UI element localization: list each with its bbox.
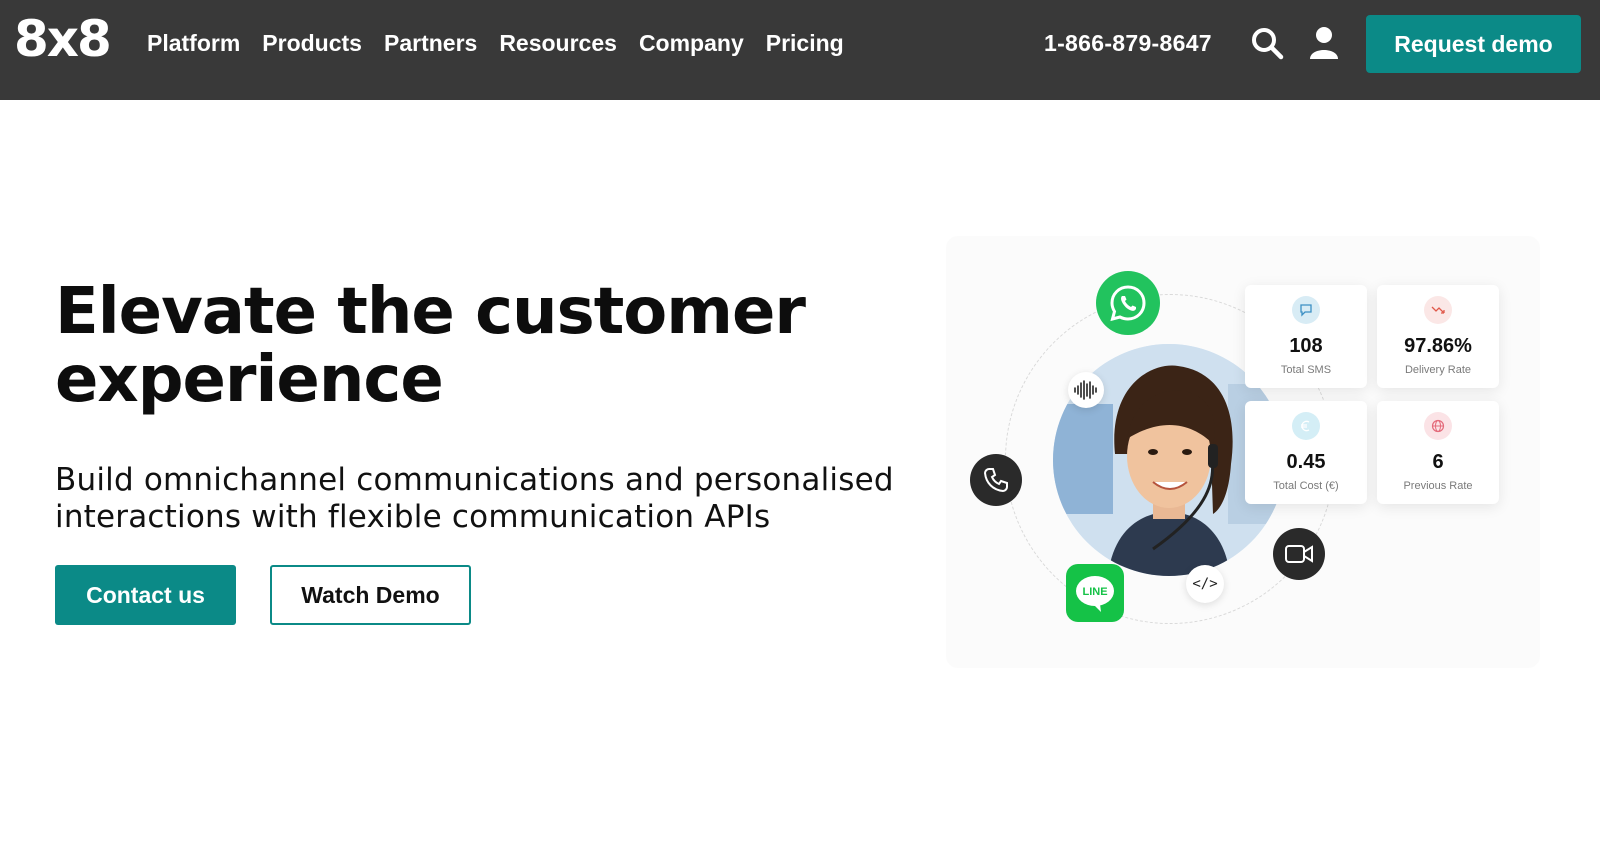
search-icon[interactable] xyxy=(1248,24,1286,62)
nav-item-platform[interactable]: Platform xyxy=(147,26,240,60)
stat-card-delivery-rate: 97.86% Delivery Rate xyxy=(1377,285,1499,388)
brand-logo[interactable]: 8x8 xyxy=(14,12,112,66)
nav-item-partners[interactable]: Partners xyxy=(384,26,477,60)
code-icon: </> xyxy=(1186,565,1224,603)
phone-call-icon xyxy=(970,454,1022,506)
phone-number-link[interactable]: 1-866-879-8647 xyxy=(1044,26,1212,60)
euro-icon xyxy=(1292,412,1320,440)
stat-card-total-sms: 108 Total SMS xyxy=(1245,285,1367,388)
contact-us-button[interactable]: Contact us xyxy=(55,565,236,625)
stat-label: Total SMS xyxy=(1280,364,1332,376)
stat-value: 6 xyxy=(1432,451,1444,473)
top-navigation-bar: 8x8 Platform Products Partners Resources… xyxy=(0,0,1600,100)
hero-title-line1: Elevate the customer xyxy=(55,275,806,349)
audio-wave-icon xyxy=(1068,372,1104,408)
hero-subtitle-line2: interactions with flexible communication… xyxy=(55,499,771,535)
chat-icon xyxy=(1292,296,1320,324)
nav-item-products[interactable]: Products xyxy=(262,26,362,60)
hero-subtitle-line1: Build omnichannel communications and per… xyxy=(55,462,894,498)
nav-item-resources[interactable]: Resources xyxy=(499,26,617,60)
stat-label: Total Cost (€) xyxy=(1273,480,1339,492)
stat-card-previous-rate: 6 Previous Rate xyxy=(1377,401,1499,504)
line-app-icon: LINE xyxy=(1066,564,1124,622)
watch-demo-button[interactable]: Watch Demo xyxy=(270,565,471,625)
main-nav: Platform Products Partners Resources Com… xyxy=(147,26,866,60)
hero-subtitle: Build omnichannel communications and per… xyxy=(55,462,905,536)
stat-label: Previous Rate xyxy=(1403,480,1473,492)
hero-title: Elevate the customer experience xyxy=(55,278,875,414)
stat-value: 97.86% xyxy=(1404,335,1472,357)
user-account-icon[interactable] xyxy=(1305,24,1343,62)
hero-title-line2: experience xyxy=(55,343,444,417)
stat-value: 0.45 xyxy=(1286,451,1326,473)
nav-item-company[interactable]: Company xyxy=(639,26,744,60)
trend-down-icon xyxy=(1424,296,1452,324)
line-badge-text: LINE xyxy=(1082,586,1107,598)
request-demo-button[interactable]: Request demo xyxy=(1366,15,1581,73)
stat-card-total-cost: 0.45 Total Cost (€) xyxy=(1245,401,1367,504)
nav-item-pricing[interactable]: Pricing xyxy=(766,26,844,60)
stat-value: 108 xyxy=(1289,335,1323,357)
whatsapp-icon xyxy=(1096,271,1160,335)
video-camera-icon xyxy=(1273,528,1325,580)
stat-label: Delivery Rate xyxy=(1404,364,1472,376)
globe-icon xyxy=(1424,412,1452,440)
